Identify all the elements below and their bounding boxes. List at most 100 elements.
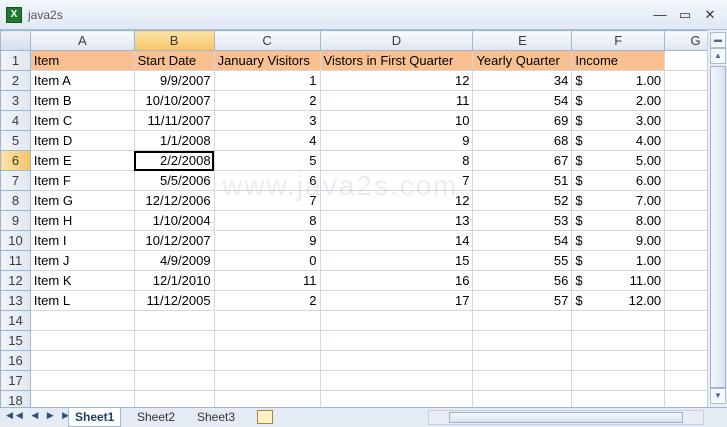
cell-f1[interactable]: Income [571,50,666,71]
row-header[interactable]: 11 [0,250,31,271]
cell-yearly-quarter[interactable]: 34 [472,70,573,91]
cell-item[interactable]: Item B [29,90,135,111]
cell-income[interactable]: $3.00 [571,110,666,131]
row-header[interactable]: 5 [0,130,31,151]
scroll-down-icon[interactable]: ▼ [710,388,726,404]
cell-start-date[interactable]: 11/12/2005 [133,290,215,311]
cell-start-date[interactable]: 1/10/2004 [133,210,215,231]
cell-item[interactable]: Item G [29,190,135,211]
cell-yearly-quarter[interactable]: 54 [472,90,573,111]
cell-item[interactable]: Item H [29,210,135,231]
tab-sheet2[interactable]: Sheet2 [131,408,181,427]
cell-start-date[interactable]: 9/9/2007 [133,70,215,91]
cell-income[interactable]: $9.00 [571,230,666,251]
column-header-e[interactable]: E [472,30,573,51]
tab-sheet3[interactable]: Sheet3 [191,408,241,427]
cell-empty[interactable] [133,370,215,391]
cell-income[interactable]: $4.00 [571,130,666,151]
cell-c1[interactable]: January Visitors [213,50,321,71]
cell-first-quarter[interactable]: 10 [319,110,474,131]
cell-empty[interactable] [319,350,474,371]
cell-yearly-quarter[interactable]: 51 [472,170,573,191]
cell-empty[interactable] [29,310,135,331]
cell-january-visitors[interactable]: 0 [213,250,321,271]
cell-empty[interactable] [472,370,573,391]
cell-yearly-quarter[interactable]: 55 [472,250,573,271]
cell-empty[interactable] [319,310,474,331]
cell-yearly-quarter[interactable]: 56 [472,270,573,291]
cell-e1[interactable]: Yearly Quarter [472,50,573,71]
cell-income[interactable]: $8.00 [571,210,666,231]
cell-empty[interactable] [29,350,135,371]
cell-january-visitors[interactable]: 4 [213,130,321,151]
row-header[interactable]: 1 [0,50,31,71]
cell-empty[interactable] [319,370,474,391]
scroll-thumb[interactable] [710,66,726,388]
cell-income[interactable]: $1.00 [571,70,666,91]
horizontal-scrollbar[interactable] [428,410,704,425]
horizontal-scroll-thumb[interactable] [449,412,683,423]
row-header[interactable]: 7 [0,170,31,191]
cell-yearly-quarter[interactable]: 52 [472,190,573,211]
cell-start-date[interactable]: 5/5/2006 [133,170,215,191]
cell-income[interactable]: $1.00 [571,250,666,271]
cell-empty[interactable] [133,330,215,351]
cell-empty[interactable] [571,350,666,371]
cell-item[interactable]: Item D [29,130,135,151]
cell-empty[interactable] [319,330,474,351]
row-header[interactable]: 4 [0,110,31,131]
cell-empty[interactable] [472,330,573,351]
restore-icon[interactable]: ▭ [675,6,695,24]
cell-d1[interactable]: Vistors in First Quarter [319,50,474,71]
cell-a1[interactable]: Item [29,50,135,71]
insert-sheet-icon[interactable] [257,410,273,424]
cell-empty[interactable] [29,370,135,391]
cell-empty[interactable] [133,350,215,371]
cell-yearly-quarter[interactable]: 57 [472,290,573,311]
cell-first-quarter[interactable]: 14 [319,230,474,251]
cell-empty[interactable] [213,350,321,371]
cell-first-quarter[interactable]: 13 [319,210,474,231]
column-header-b[interactable]: B [133,30,215,51]
row-header[interactable]: 3 [0,90,31,111]
cell-yearly-quarter[interactable]: 53 [472,210,573,231]
cell-income[interactable]: $7.00 [571,190,666,211]
minimize-icon[interactable]: — [650,6,670,24]
row-header[interactable]: 16 [0,350,31,371]
cell-income[interactable]: $6.00 [571,170,666,191]
cell-empty[interactable] [571,310,666,331]
cell-empty[interactable] [472,310,573,331]
cell-january-visitors[interactable]: 11 [213,270,321,291]
cell-first-quarter[interactable]: 12 [319,70,474,91]
cell-income[interactable]: $12.00 [571,290,666,311]
cell-yearly-quarter[interactable]: 68 [472,130,573,151]
column-header-c[interactable]: C [213,30,321,51]
cell-start-date[interactable]: 10/12/2007 [133,230,215,251]
row-header[interactable]: 13 [0,290,31,311]
row-header[interactable]: 14 [0,310,31,331]
cell-income[interactable]: $5.00 [571,150,666,171]
cell-empty[interactable] [213,310,321,331]
row-header[interactable]: 6 [0,150,31,171]
cell-january-visitors[interactable]: 8 [213,210,321,231]
cell-january-visitors[interactable]: 2 [213,90,321,111]
row-header[interactable]: 9 [0,210,31,231]
scroll-up-icon[interactable]: ▲ [710,48,726,64]
row-header[interactable]: 12 [0,270,31,291]
cell-start-date[interactable]: 12/12/2006 [133,190,215,211]
row-header[interactable]: 15 [0,330,31,351]
cell-empty[interactable] [571,330,666,351]
cell-item[interactable]: Item E [29,150,135,171]
cell-empty[interactable] [571,370,666,391]
cell-yearly-quarter[interactable]: 67 [472,150,573,171]
cell-start-date[interactable]: 10/10/2007 [133,90,215,111]
cell-january-visitors[interactable]: 5 [213,150,321,171]
select-all-corner[interactable] [0,30,31,51]
cell-start-date[interactable]: 12/1/2010 [133,270,215,291]
cell-january-visitors[interactable]: 1 [213,70,321,91]
row-header[interactable]: 2 [0,70,31,91]
active-cell[interactable]: 2/2/2008 [133,150,215,171]
cell-item[interactable]: Item K [29,270,135,291]
vertical-scrollbar[interactable]: ▬ ▲ ▼ [707,30,727,408]
cell-item[interactable]: Item L [29,290,135,311]
